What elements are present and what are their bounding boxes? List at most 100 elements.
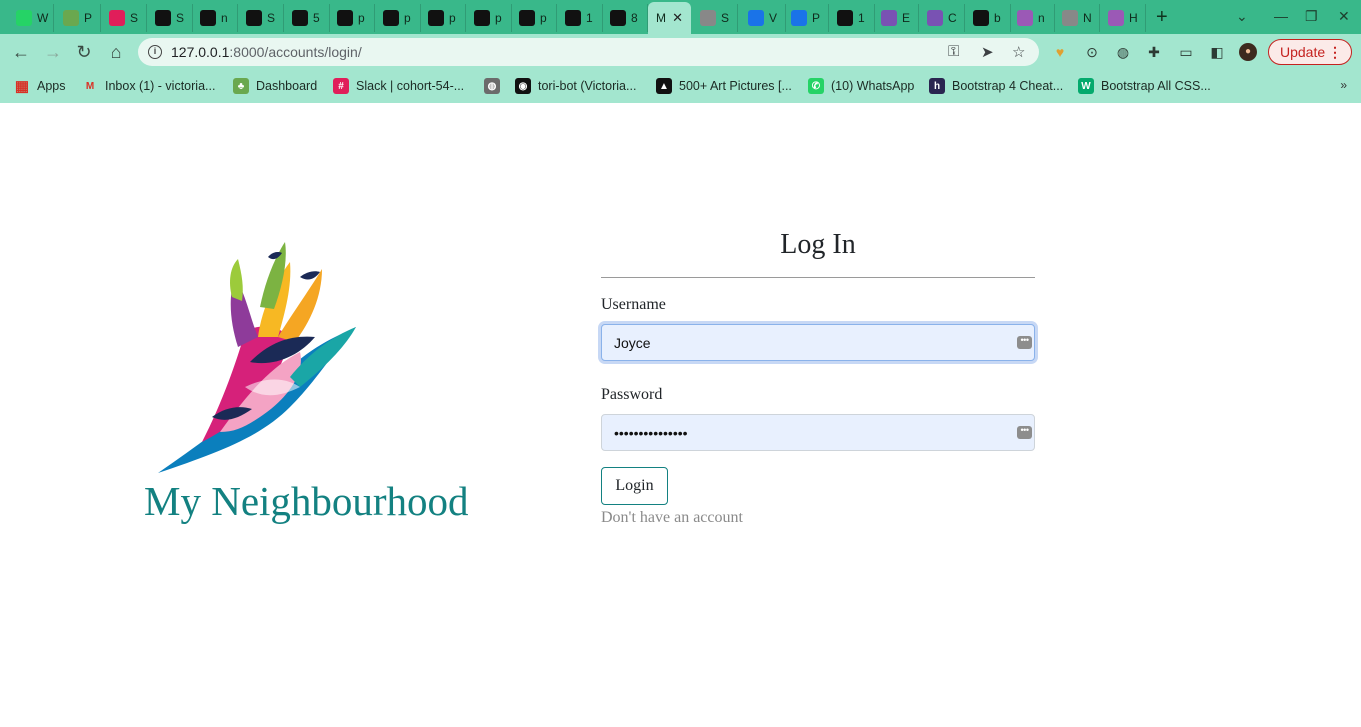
browser-tab[interactable]: M ✕ — [648, 2, 691, 34]
password-manager-icon[interactable]: ••• — [1017, 336, 1032, 349]
browser-tab[interactable]: S — [692, 4, 738, 32]
tab-title: W — [37, 11, 49, 25]
apps-grid-icon: ▦ — [14, 78, 30, 95]
tab-title: 5 — [313, 11, 320, 25]
bookmark-label: tori-bot (Victoria... — [538, 79, 637, 93]
is-icon — [565, 10, 581, 26]
extension-globe-icon[interactable]: ◍ — [1114, 43, 1132, 61]
browser-tab[interactable]: S — [101, 4, 147, 32]
key-icon[interactable]: ⚿ — [948, 43, 959, 60]
extension-heart-icon[interactable]: ♥ — [1051, 43, 1069, 61]
password-manager-icon[interactable]: ••• — [1017, 426, 1032, 439]
browser-tab[interactable]: p — [466, 4, 512, 32]
browser-tab[interactable]: p — [511, 4, 557, 32]
slack-icon — [109, 10, 125, 26]
browser-tab[interactable]: H — [1100, 4, 1146, 32]
login-form: Log In Username ••• Password ••• Login D… — [601, 225, 1035, 527]
close-window-icon[interactable]: ✕ — [1338, 8, 1350, 25]
bookmark-item[interactable]: ◍ — [484, 78, 507, 94]
browser-tab[interactable]: 1 — [557, 4, 603, 32]
tree-icon — [63, 10, 79, 26]
new-tab-button[interactable]: + — [1156, 7, 1168, 27]
browser-tab[interactable]: 8 — [602, 4, 648, 32]
browser-tab[interactable]: p — [329, 4, 375, 32]
forward-icon[interactable]: → — [42, 42, 64, 64]
login-heading: Log In — [780, 229, 856, 260]
github-icon — [337, 10, 353, 26]
password-input[interactable] — [614, 415, 1004, 450]
profile-avatar[interactable]: ● — [1239, 43, 1257, 61]
login-button[interactable]: Login — [601, 467, 668, 505]
username-label: Username — [601, 296, 666, 313]
browser-tab[interactable]: b — [965, 4, 1011, 32]
shop-icon — [292, 10, 308, 26]
bookmark-item[interactable]: M Inbox (1) - victoria... — [82, 78, 216, 94]
browser-tab[interactable]: S — [238, 4, 284, 32]
tab-title: H — [1129, 11, 1138, 25]
restore-icon[interactable]: ❐ — [1305, 8, 1318, 25]
browser-tab[interactable]: p — [375, 4, 421, 32]
extension-code-icon[interactable]: ⊙ — [1083, 43, 1101, 61]
browser-tab[interactable]: p — [420, 4, 466, 32]
bookmark-item[interactable]: ✆ (10) WhatsApp — [808, 78, 914, 94]
username-input[interactable] — [614, 325, 1004, 360]
reload-icon[interactable]: ↻ — [73, 42, 95, 64]
tab-title: P — [812, 11, 821, 25]
bookmark-item[interactable]: ◉ tori-bot (Victoria... — [515, 78, 636, 94]
address-bar[interactable]: i 127.0.0.1:8000/accounts/login/ ⚿ ➤ ☆ — [138, 38, 1039, 66]
bootstrap-icon — [881, 10, 897, 26]
bookmark-item[interactable]: h Bootstrap 4 Cheat... — [929, 78, 1063, 94]
site-info-icon[interactable]: i — [148, 45, 162, 59]
tab-title: C — [948, 11, 957, 25]
browser-tab[interactable]: n — [1009, 4, 1055, 32]
tab-title: V — [769, 11, 778, 25]
browser-toolbar: ← → ↻ ⌂ i 127.0.0.1:8000/accounts/login/… — [0, 34, 1361, 70]
tab-title: p — [495, 11, 502, 25]
bookmark-item[interactable]: ▦ Apps — [14, 78, 66, 95]
cast-icon[interactable]: ▭ — [1177, 43, 1195, 61]
password-label: Password — [601, 386, 663, 403]
bookmark-label: Bootstrap 4 Cheat... — [952, 79, 1064, 93]
browser-tab[interactable]: P — [783, 4, 829, 32]
tab-title: b — [994, 11, 1001, 25]
tab-title: n — [221, 11, 228, 25]
tree-icon: ♣ — [233, 78, 249, 94]
tab-title: M — [656, 11, 666, 25]
browser-tab[interactable]: N — [1054, 4, 1100, 32]
url-text[interactable]: 127.0.0.1:8000/accounts/login/ — [171, 44, 362, 60]
github-icon — [474, 10, 490, 26]
heading-divider — [601, 277, 1035, 278]
send-icon[interactable]: ➤ — [981, 43, 994, 61]
w3-icon: W — [1078, 78, 1094, 94]
tab-search-icon[interactable]: ⌄ — [1236, 8, 1248, 25]
bookmark-star-icon[interactable]: ☆ — [1012, 43, 1025, 61]
browser-tab[interactable]: C — [919, 4, 965, 32]
browser-tab[interactable]: n — [192, 4, 238, 32]
browser-tab[interactable]: E — [873, 4, 919, 32]
minimize-icon[interactable]: — — [1274, 8, 1288, 24]
close-tab-icon[interactable]: ✕ — [672, 10, 683, 26]
bookmark-item[interactable]: ♣ Dashboard — [233, 78, 317, 94]
browser-tab[interactable]: V — [740, 4, 786, 32]
extensions-puzzle-icon[interactable]: ✚ — [1145, 43, 1163, 61]
bookmark-item[interactable]: ▲ 500+ Art Pictures [... — [656, 78, 792, 94]
bookmarks-overflow-icon[interactable]: » — [1340, 78, 1347, 92]
signup-link[interactable]: Don't have an account — [601, 509, 1035, 527]
bookmark-item[interactable]: W Bootstrap All CSS... — [1078, 78, 1211, 94]
github-icon — [428, 10, 444, 26]
back-icon[interactable]: ← — [10, 42, 32, 64]
browser-tab[interactable]: S — [147, 4, 193, 32]
browser-tab[interactable]: 1 — [829, 4, 875, 32]
globe-icon — [1062, 10, 1078, 26]
side-panel-icon[interactable]: ◧ — [1208, 43, 1226, 61]
browser-tab[interactable]: P — [55, 4, 101, 32]
browser-tab[interactable]: 5 — [284, 4, 330, 32]
home-icon[interactable]: ⌂ — [105, 42, 127, 64]
github-icon — [246, 10, 262, 26]
tab-title: N — [1083, 11, 1092, 25]
tab-title: p — [404, 11, 411, 25]
gmail-icon: M — [85, 80, 95, 92]
update-button[interactable]: Update ⋮ — [1268, 39, 1352, 65]
bookmark-item[interactable]: # Slack | cohort-54-... — [333, 78, 464, 94]
browser-tab[interactable]: W — [8, 4, 54, 32]
